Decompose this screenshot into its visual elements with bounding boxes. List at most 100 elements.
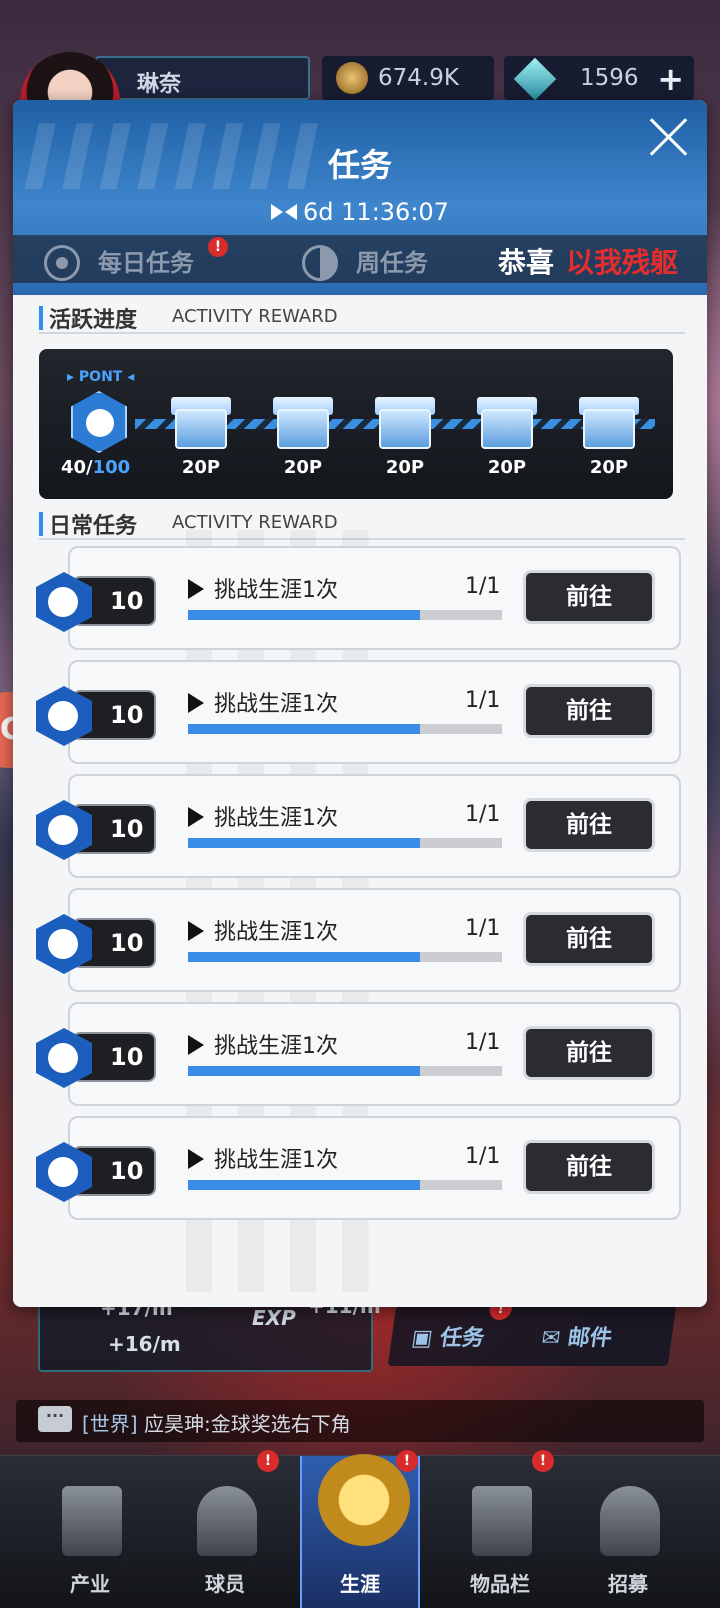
reward-chest[interactable] [273,393,333,451]
top-resource-bar: 琳奈 674.9K 1596 + [0,52,720,152]
reward-chest[interactable] [375,393,435,451]
task-title-row: 挑战生涯1次 [188,572,338,604]
task-reward: 10 [36,1028,156,1088]
coin-counter: 674.9K [322,56,494,100]
tab-daily-tasks[interactable]: 每日任务 ! [44,237,228,281]
task-title-row: 挑战生涯1次 [188,914,338,946]
task-tabs: 每日任务 ! 周任务 恭喜 以我残躯 [13,235,707,283]
nav-players-label: 球员 [205,1572,245,1596]
close-button[interactable] [645,114,691,160]
task-title: 挑战生涯1次 [214,1148,338,1173]
task-row: 10 挑战生涯1次 1/1 前往 [36,660,681,764]
task-reward: 10 [36,914,156,974]
activity-progress-panel: ▸ PONT ◂ 40/100 20P 20P 20P 20P 20P [39,349,673,499]
task-progress-fill [188,1066,421,1076]
nav-industry[interactable]: 产业 [30,1456,150,1608]
task-row: 10 挑战生涯1次 1/1 前往 [36,774,681,878]
moon-icon [302,245,338,281]
task-progress-fill [188,1180,421,1190]
task-title-row: 挑战生涯1次 [188,800,338,832]
tab-weekly-tasks[interactable]: 周任务 [302,243,428,281]
section-accent-bar [39,512,43,536]
chest-icon [481,409,533,449]
go-button[interactable]: 前往 [523,798,655,852]
world-chat-bar[interactable]: ··· [世界] 应昊珅:金球奖选右下角 [16,1400,704,1442]
point-label: ▸ PONT ◂ [67,369,135,385]
chest-icon [175,409,227,449]
nav-recruit-label: 招募 [608,1572,648,1596]
task-count: 1/1 [465,688,501,713]
task-row: 10 挑战生涯1次 1/1 前往 [36,1002,681,1106]
nav-players[interactable]: ! 球员 [165,1450,285,1608]
coin-amount: 674.9K [378,65,459,91]
exp-tag: EXP [252,1306,296,1330]
chest-icon [583,409,635,449]
building-icon [62,1486,122,1556]
gem-counter: 1596 + [504,56,694,101]
player-name: 琳奈 [137,72,182,97]
player-name-box[interactable]: 琳奈 [95,56,310,100]
task-title: 挑战生涯1次 [214,692,338,717]
daily-section-title: 日常任务 [49,514,138,539]
task-reward: 10 [36,572,156,632]
nav-players-badge: ! [257,1450,279,1472]
marquee-prefix: 恭喜 [498,246,555,279]
hud-task-label: 任务 [438,1326,486,1351]
task-title: 挑战生涯1次 [214,578,338,603]
tab-daily-label: 每日任务 [98,249,194,277]
hud-task-button[interactable]: ▣ 任务 [410,1320,487,1352]
go-button[interactable]: 前往 [523,1026,655,1080]
countdown-timer: 6d 11:36:07 [303,198,449,226]
chest-icon [277,409,329,449]
go-button[interactable]: 前往 [523,912,655,966]
gem-amount: 1596 [580,65,639,91]
play-icon [188,579,204,599]
task-title-row: 挑战生涯1次 [188,1142,338,1174]
activity-section-title: 活跃进度 [49,308,138,333]
play-icon [188,1149,204,1169]
chat-bubble-icon: ··· [38,1406,72,1432]
play-icon [188,693,204,713]
hourglass-icon [271,202,298,222]
point-count: 40/100 [61,457,130,478]
reward-chest[interactable] [171,393,231,451]
go-button[interactable]: 前往 [523,570,655,624]
income-panel: +17/m EXP +11/m +16/m [38,1294,381,1372]
task-title: 挑战生涯1次 [214,920,338,945]
chat-message: 应昊珅:金球奖选右下角 [143,1412,351,1436]
task-count: 1/1 [465,1144,501,1169]
task-progress-bar [188,952,502,962]
task-modal: IIIIIIII 任务 6d 11:36:07 每日任务 ! 周任务 恭喜 以我残… [13,100,707,1307]
nav-inventory[interactable]: ! 物品栏 [440,1450,560,1608]
reward-chest[interactable] [477,393,537,451]
nav-career[interactable]: ! 生涯 [300,1446,420,1608]
nav-recruit[interactable]: 招募 [568,1456,688,1608]
nav-career-badge: ! [396,1450,418,1472]
tab-weekly-label: 周任务 [356,249,428,277]
go-button[interactable]: 前往 [523,684,655,738]
chest-points-label: 20P [589,457,629,478]
marquee-highlight: 以我残躯 [566,246,679,279]
play-icon [188,1035,204,1055]
section-accent-bar [39,306,43,330]
task-progress-fill [188,724,421,734]
modal-title: 任务 [327,146,392,184]
hud-mail-button[interactable]: ✉ 邮件 [540,1320,615,1352]
mail-icon: ✉ [539,1326,570,1351]
task-title-row: 挑战生涯1次 [188,1028,338,1060]
nav-career-label: 生涯 [340,1572,380,1596]
add-gems-icon[interactable]: + [657,60,684,98]
hud-mail-label: 邮件 [565,1326,614,1351]
task-count: 1/1 [465,1030,501,1055]
task-count: 1/1 [465,574,501,599]
chest-points-label: 20P [283,457,323,478]
play-icon [188,921,204,941]
play-icon [188,807,204,827]
players-icon [197,1486,257,1556]
reward-chest[interactable] [579,393,639,451]
chest-icon [379,409,431,449]
bottom-nav: 产业 ! 球员 ! 生涯 ! 物品栏 招募 [0,1446,720,1608]
go-button[interactable]: 前往 [523,1140,655,1194]
task-title: 挑战生涯1次 [214,1034,338,1059]
nav-industry-label: 产业 [70,1572,110,1596]
